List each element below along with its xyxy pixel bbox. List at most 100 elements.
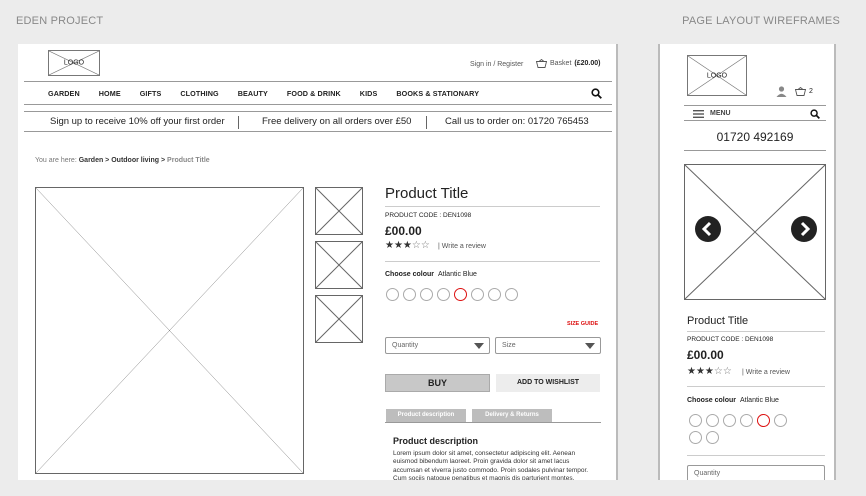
divider [687,386,825,387]
product-thumbnail[interactable] [315,295,363,343]
promo-divider [238,116,239,129]
chevron-left-icon [701,221,712,237]
main-product-image[interactable] [35,187,304,474]
search-icon[interactable] [810,109,820,119]
colour-swatch-selected[interactable] [454,288,467,301]
mobile-menu-bar[interactable]: MENU [684,105,826,121]
colour-swatch[interactable] [403,288,416,301]
tab-delivery-returns[interactable]: Delivery & Returns [472,409,552,422]
tab-underline [385,422,601,423]
divider [385,261,600,262]
colour-swatch[interactable] [505,288,518,301]
colour-swatch[interactable] [706,431,719,444]
quantity-select[interactable]: Quantity [385,337,490,354]
menu-icon[interactable] [693,110,704,118]
product-code: PRODUCT CODE : DEN1098 [385,212,472,219]
product-title: Product Title [385,185,469,202]
logo-text: LOGO [63,59,85,67]
colour-swatch[interactable] [723,414,736,427]
buy-button[interactable]: BUY [385,374,490,392]
nav-item-home[interactable]: HOME [99,89,121,98]
divider [687,331,825,332]
nav-item-kids[interactable]: KIDS [360,89,378,98]
basket-amount: (£20.00) [574,60,601,67]
mobile-write-review-link[interactable]: | Write a review [742,369,790,376]
promo-delivery: Free delivery on all orders over £50 [262,116,412,127]
quantity-placeholder: Quantity [392,342,419,349]
signin-link[interactable]: Sign in / Register [470,61,523,68]
breadcrumb-path[interactable]: Garden > Outdoor living > [79,157,165,164]
mobile-quantity-select[interactable]: Quantity [687,465,825,480]
menu-label: MENU [710,110,731,117]
colour-swatch[interactable] [488,288,501,301]
colour-swatch[interactable] [706,414,719,427]
divider [687,455,825,456]
carousel-prev-button[interactable] [695,216,721,242]
basket-count: 2 [809,88,813,95]
dropdown-arrow-icon [585,343,595,349]
colour-swatch[interactable] [420,288,433,301]
mobile-product-code: PRODUCT CODE : DEN1098 [687,336,774,343]
dropdown-arrow-icon [474,343,484,349]
nav-item-food-drink[interactable]: FOOD & DRINK [287,89,341,98]
write-review-link[interactable]: | Write a review [438,243,486,250]
colour-swatch-selected[interactable] [757,414,770,427]
promo-phone: Call us to order on: 01720 765453 [445,116,589,127]
colour-swatch[interactable] [471,288,484,301]
selected-colour: Atlantic Blue [438,271,477,278]
write-review-label: Write a review [441,243,486,250]
nav-item-gifts[interactable]: GIFTS [140,89,162,98]
mobile-choose-colour-label: Choose colour [687,397,737,404]
product-price: £00.00 [385,224,422,238]
mobile-logo[interactable]: LOGO [687,55,747,96]
carousel-next-button[interactable] [791,216,817,242]
mobile-product-title: Product Title [687,315,749,327]
user-icon[interactable] [776,86,787,97]
main-nav: GARDEN HOME GIFTS CLOTHING BEAUTY FOOD &… [24,81,612,105]
divider [385,206,600,207]
breadcrumb-prefix: You are here: [35,157,77,164]
project-title: EDEN PROJECT [16,15,104,27]
mobile-write-review-label: Write a review [745,369,790,376]
search-icon[interactable] [591,88,602,99]
product-description-text: Lorem ipsum dolor sit amet, consectetur … [393,450,589,480]
chevron-right-icon [800,221,811,237]
choose-colour-label: Choose colour [385,271,435,278]
product-thumbnail[interactable] [315,241,363,289]
colour-swatch[interactable] [689,431,702,444]
mobile-logo-text: LOGO [706,72,728,79]
size-select[interactable]: Size [495,337,601,354]
logo[interactable]: LOGO [48,50,100,76]
mobile-wireframe: LOGO 2 MENU 01720 492169 Product Title P… [658,44,836,480]
colour-swatch[interactable] [740,414,753,427]
nav-item-garden[interactable]: GARDEN [48,89,80,98]
basket-icon[interactable] [795,87,806,96]
rating-stars: ★★★☆☆ [385,240,430,251]
promo-bar: Sign up to receive 10% off your first or… [24,111,612,132]
mobile-selected-colour: Atlantic Blue [740,397,779,404]
breadcrumb: You are here: Garden > Outdoor living > … [35,157,210,164]
promo-signup[interactable]: Sign up to receive 10% off your first or… [50,116,225,127]
wireframe-label: PAGE LAYOUT WIREFRAMES [682,15,840,27]
add-to-wishlist-button[interactable]: ADD TO WISHLIST [496,374,600,392]
basket-link[interactable]: Basket (£20.00) [536,59,600,68]
nav-item-books[interactable]: BOOKS & STATIONARY [396,89,479,98]
product-thumbnail[interactable] [315,187,363,235]
mobile-product-price: £00.00 [687,348,724,362]
colour-swatch[interactable] [386,288,399,301]
mobile-choose-colour: Choose colour Atlantic Blue [687,397,779,404]
tab-product-description[interactable]: Product description [386,409,466,422]
colour-swatch[interactable] [774,414,787,427]
desktop-wireframe: LOGO Sign in / Register Basket (£20.00) … [18,44,618,480]
colour-swatch[interactable] [689,414,702,427]
size-guide-link[interactable]: SIZE GUIDE [567,321,598,327]
nav-item-beauty[interactable]: BEAUTY [238,89,268,98]
mobile-phone-number[interactable]: 01720 492169 [684,126,826,151]
product-description-heading: Product description [393,436,479,446]
colour-swatch[interactable] [437,288,450,301]
nav-item-clothing[interactable]: CLOTHING [180,89,218,98]
basket-icon [536,59,547,68]
breadcrumb-current: Product Title [167,157,210,164]
mobile-quantity-placeholder: Quantity [694,470,721,477]
size-placeholder: Size [502,342,516,349]
